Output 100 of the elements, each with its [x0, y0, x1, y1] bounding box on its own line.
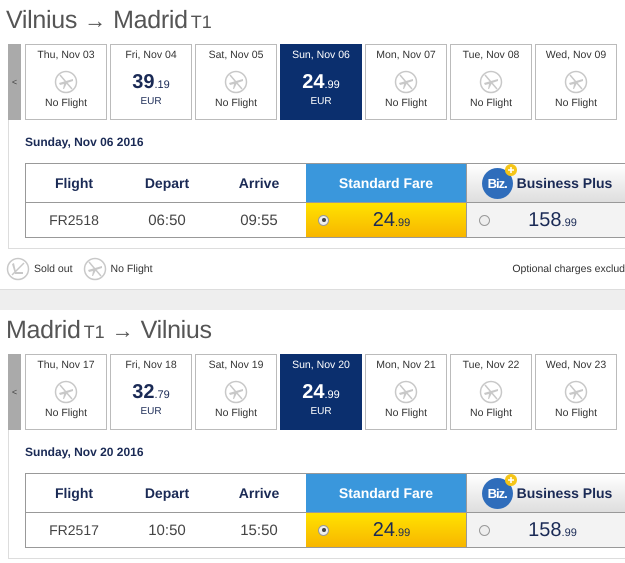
date-price: 39.19 [132, 71, 170, 94]
date-price: 32.79 [132, 381, 170, 404]
date-label: Sat, Nov 19 [208, 359, 264, 371]
date-heading: Sunday, Nov 06 2016 [25, 135, 144, 149]
date-tab[interactable]: Sun, Nov 06 24.99 EUR [280, 44, 362, 120]
route-arrow: → [112, 318, 134, 344]
no-flight-label: No Flight [44, 407, 87, 419]
date-tab[interactable]: Mon, Nov 21 No Flight [365, 354, 447, 430]
arrive-time: 09:55 [239, 210, 279, 230]
charges-note: Optional charges exclud [512, 263, 625, 275]
fare-cell[interactable]: 24.99 [306, 203, 466, 237]
flight-number: FR2517 [48, 521, 100, 540]
fare-radio[interactable] [318, 214, 329, 226]
fare-price: 24.99 [372, 208, 412, 232]
terminal-label: T1 [84, 322, 105, 343]
date-label: Wed, Nov 09 [546, 49, 606, 61]
no-flight-label: No Flight [214, 407, 257, 419]
flight-number: FR2518 [48, 211, 100, 230]
date-label: Mon, Nov 07 [376, 49, 436, 61]
no-flight-label: No Flight [44, 97, 87, 109]
route-city: Madrid [6, 316, 81, 345]
previous-dates-button[interactable]: < [8, 354, 21, 430]
currency-label: EUR [310, 96, 332, 107]
date-tab[interactable]: Tue, Nov 08 No Flight [450, 44, 532, 120]
no-flight-icon [54, 380, 78, 404]
no-flight-label: No Flight [384, 97, 427, 109]
previous-dates-button[interactable]: < [8, 44, 21, 120]
no-flight-label: No Flight [214, 97, 257, 109]
date-label: Fri, Nov 18 [125, 359, 177, 371]
currency-label: EUR [140, 96, 162, 107]
date-label: Tue, Nov 08 [462, 49, 520, 61]
date-tab[interactable]: Wed, Nov 09 No Flight [535, 44, 617, 120]
date-label: Thu, Nov 17 [37, 359, 95, 371]
depart-time: 06:50 [147, 210, 187, 230]
date-tab[interactable]: Sat, Nov 05 No Flight [195, 44, 277, 120]
date-tab[interactable]: Wed, Nov 23 No Flight [535, 354, 617, 430]
arrive-time: 15:50 [239, 520, 279, 540]
no-flight-icon [564, 70, 588, 94]
no-flight-label: No Flight [384, 407, 427, 419]
no-flight-icon [564, 380, 588, 404]
date-price: 24.99 [302, 71, 340, 94]
date-tab[interactable]: Sun, Nov 20 24.99 EUR [280, 354, 362, 430]
no-flight-icon [224, 70, 248, 94]
date-tab[interactable]: Tue, Nov 22 No Flight [450, 354, 532, 430]
fare-radio[interactable] [479, 214, 490, 226]
no-flight-icon [54, 70, 78, 94]
column-header: Depart [122, 164, 212, 203]
legend-label: Sold out [34, 263, 73, 275]
no-flight-icon [394, 380, 418, 404]
date-label: Fri, Nov 04 [125, 49, 177, 61]
column-header: Depart [122, 474, 212, 513]
route-city: Madrid [113, 6, 188, 35]
fare-cell[interactable]: 158.99 [466, 203, 625, 237]
date-label: Wed, Nov 23 [546, 359, 606, 371]
date-label: Sun, Nov 06 [292, 49, 350, 61]
fare-cell[interactable]: 158.99 [466, 513, 625, 547]
plus-icon [504, 474, 517, 486]
no-flight-label: No Flight [470, 97, 512, 109]
date-price: 24.99 [302, 381, 340, 404]
depart-time: 10:50 [147, 520, 187, 540]
fare-price: 158.99 [527, 208, 578, 232]
date-tab[interactable]: Mon, Nov 07 No Flight [365, 44, 447, 120]
no-flight-icon [394, 70, 418, 94]
date-label: Tue, Nov 22 [462, 359, 520, 371]
fare-price: 24.99 [372, 518, 412, 542]
seat-icon [6, 257, 30, 281]
route-arrow: → [84, 8, 106, 34]
fare-cell[interactable]: 24.99 [306, 513, 466, 547]
date-label: Sat, Nov 05 [208, 49, 264, 61]
route-city: Vilnius [140, 316, 212, 345]
date-tab[interactable]: Fri, Nov 18 32.79 EUR [110, 354, 192, 430]
no-flight-icon [82, 257, 107, 281]
currency-label: EUR [140, 406, 162, 417]
route-city: Vilnius [6, 6, 78, 35]
fare-price: 158.99 [527, 518, 578, 542]
column-header: Flight [26, 474, 122, 513]
date-label: Thu, Nov 03 [37, 49, 95, 61]
fare-name: Standard Fare [338, 485, 434, 501]
date-label: Mon, Nov 21 [376, 359, 436, 371]
fare-name: Business Plus [516, 175, 612, 191]
legend-label: No Flight [110, 263, 153, 275]
fare-name: Business Plus [516, 485, 612, 501]
no-flight-label: No Flight [554, 407, 597, 419]
date-tab[interactable]: Sat, Nov 19 No Flight [195, 354, 277, 430]
fare-name: Standard Fare [338, 175, 434, 191]
currency-label: EUR [310, 406, 332, 417]
no-flight-label: No Flight [470, 407, 512, 419]
no-flight-icon [479, 70, 503, 94]
date-tab[interactable]: Thu, Nov 03 No Flight [25, 44, 107, 120]
terminal-label: T1 [190, 12, 212, 33]
fare-radio[interactable] [318, 524, 329, 536]
no-flight-icon [224, 380, 248, 404]
column-header: Flight [26, 164, 122, 203]
date-heading: Sunday, Nov 20 2016 [25, 445, 144, 459]
date-tab[interactable]: Fri, Nov 04 39.19 EUR [110, 44, 192, 120]
date-tab[interactable]: Thu, Nov 17 No Flight [25, 354, 107, 430]
no-flight-label: No Flight [554, 97, 597, 109]
date-label: Sun, Nov 20 [292, 359, 350, 371]
fare-radio[interactable] [479, 524, 490, 536]
plus-icon [504, 164, 517, 176]
